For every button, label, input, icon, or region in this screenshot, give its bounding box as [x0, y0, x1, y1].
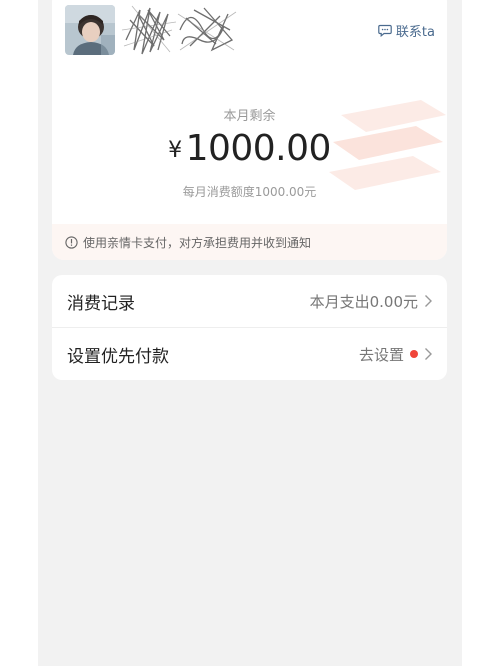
list-item-consumption-records[interactable]: 消费记录 本月支出0.00元	[52, 275, 447, 327]
list-item-value: 本月支出0.00元	[309, 292, 418, 311]
list-item-label: 设置优先付款	[67, 346, 169, 367]
avatar[interactable]	[65, 5, 115, 55]
remaining-amount: ¥1000.00	[52, 128, 447, 169]
list-item-value: 去设置	[358, 345, 404, 364]
redacted-name-scribble	[121, 5, 237, 55]
chat-bubble-icon	[378, 24, 392, 37]
info-circle-icon	[65, 235, 78, 249]
amount-value: 1000.00	[185, 128, 332, 169]
red-dot-badge	[410, 350, 418, 358]
screen: 联系ta 本月剩余 ¥1000.00 每月消费额度1000.00元 使用亲情卡支…	[38, 0, 462, 666]
contact-label: 联系ta	[395, 25, 435, 40]
currency-symbol: ¥	[168, 138, 182, 163]
chevron-right-icon	[425, 295, 432, 307]
remaining-label: 本月剩余	[223, 109, 276, 124]
family-card: 联系ta 本月剩余 ¥1000.00 每月消费额度1000.00元 使用亲情卡支…	[52, 0, 447, 260]
contact-button[interactable]: 联系ta	[378, 21, 435, 40]
notice-text: 使用亲情卡支付，对方承担费用并收到通知	[83, 235, 312, 250]
monthly-quota: 每月消费额度1000.00元	[182, 185, 317, 199]
list-item-label: 消费记录	[67, 293, 135, 314]
settings-list: 消费记录 本月支出0.00元 设置优先付款 去设置	[52, 275, 447, 380]
list-item-priority-payment[interactable]: 设置优先付款 去设置	[52, 327, 447, 380]
payment-notice: 使用亲情卡支付，对方承担费用并收到通知	[52, 224, 447, 260]
chevron-right-icon	[425, 348, 432, 360]
